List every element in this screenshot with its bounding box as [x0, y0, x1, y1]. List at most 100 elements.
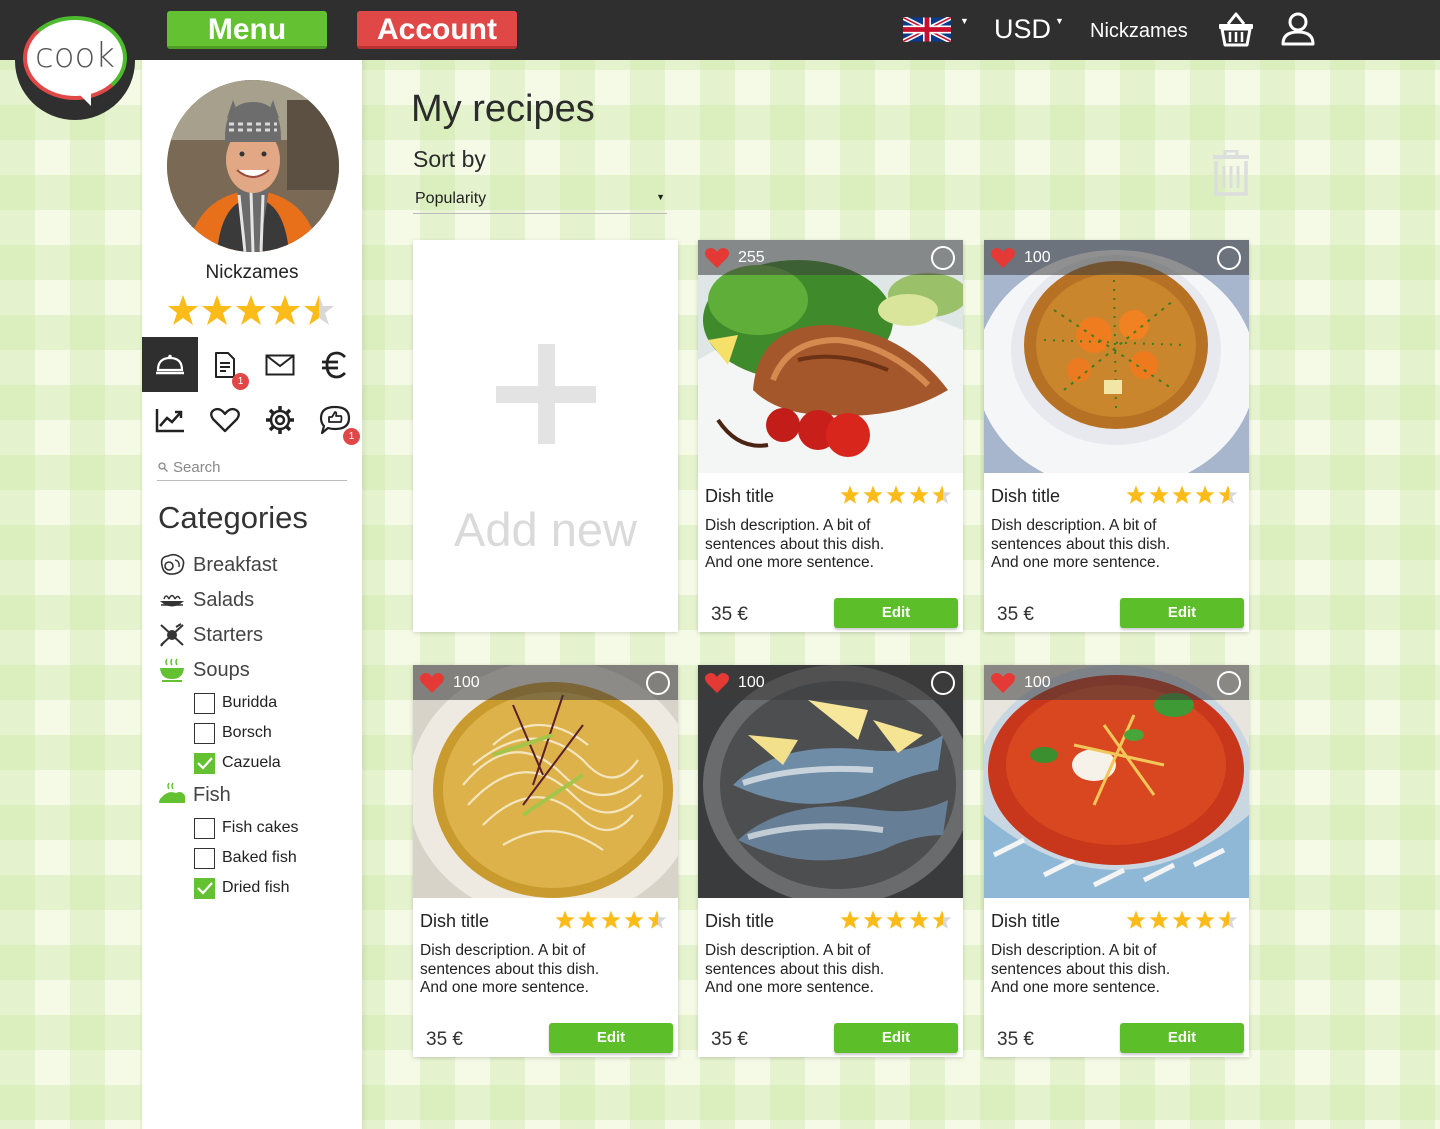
category-breakfast[interactable]: Breakfast	[158, 551, 277, 579]
add-new-label: Add new	[454, 503, 637, 556]
subcategory-borsch[interactable]: Borsch	[194, 722, 272, 744]
category-label: Salads	[193, 588, 255, 611]
top-username[interactable]: Nickzames	[1090, 20, 1188, 43]
currency-select[interactable]: USD	[994, 14, 1051, 45]
select-toggle[interactable]	[1217, 246, 1241, 270]
gear-icon	[266, 405, 294, 434]
rating-stars-icon	[1126, 910, 1238, 929]
add-new-card[interactable]: Add new	[413, 240, 678, 632]
logo-bubble-tail	[73, 88, 91, 106]
checkbox[interactable]	[194, 692, 215, 714]
nav-orders[interactable]: 1	[197, 337, 253, 392]
cook-logo[interactable]: cook	[15, 2, 135, 120]
checkbox[interactable]	[194, 722, 215, 744]
nav-finance[interactable]	[307, 337, 363, 392]
sort-value: Popularity	[415, 190, 487, 207]
subcategory-cazuela[interactable]: Cazuela	[194, 752, 281, 774]
heart-icon[interactable]	[704, 247, 730, 269]
category-label: Soups	[193, 658, 250, 681]
check-icon	[196, 757, 213, 770]
mail-icon	[265, 354, 295, 375]
recipe-card[interactable]: 100 Dish title Dish description. A bit o…	[984, 665, 1249, 1057]
user-icon[interactable]	[1280, 11, 1316, 47]
dish-description: Dish description. A bit of sentences abou…	[420, 942, 600, 996]
price: 35 €	[711, 1029, 748, 1050]
heart-icon[interactable]	[990, 672, 1016, 694]
edit-button[interactable]: Edit	[1120, 1023, 1244, 1053]
search-icon	[158, 462, 168, 472]
heart-icon[interactable]	[704, 672, 730, 694]
menu-button[interactable]: Menu	[167, 11, 327, 49]
dish-title: Dish title	[991, 486, 1061, 506]
dish-title: Dish title	[705, 486, 775, 506]
edit-button[interactable]: Edit	[1120, 598, 1244, 628]
nav-messages[interactable]	[252, 337, 308, 392]
dish-description: Dish description. A bit of sentences abou…	[991, 517, 1171, 571]
heart-icon[interactable]	[419, 672, 445, 694]
subcategory-label: Dried fish	[222, 879, 290, 896]
likes-count: 100	[1024, 674, 1051, 691]
top-bar: Menu Account ▼ USD ▼ Nickzames	[0, 0, 1440, 60]
check-icon	[196, 882, 213, 895]
dish-title: Dish title	[705, 911, 775, 931]
search-input[interactable]	[173, 456, 343, 478]
breakfast-icon	[160, 553, 185, 575]
nav-my-recipes[interactable]	[142, 337, 198, 392]
price: 35 €	[426, 1029, 463, 1050]
edit-button[interactable]: Edit	[834, 1023, 958, 1053]
subcategory-dried-fish[interactable]: Dried fish	[194, 877, 290, 899]
rating-stars-icon	[555, 910, 667, 929]
recipe-card[interactable]: 100 Dish title Dish description. A bit o…	[698, 665, 963, 1057]
edit-button[interactable]: Edit	[549, 1023, 673, 1053]
category-fish[interactable]: Fish	[158, 781, 231, 809]
chevron-down-icon: ▼	[656, 192, 665, 202]
sidebar-shadow	[362, 60, 368, 1129]
sidebar-search	[157, 456, 347, 481]
language-caret-icon[interactable]: ▼	[960, 16, 969, 26]
category-salads[interactable]: Salads	[158, 586, 254, 614]
rating-stars-icon	[168, 295, 334, 325]
recipe-card[interactable]: 100 Dish title Dish description. A bit o…	[413, 665, 678, 1057]
recipe-card[interactable]: 255 Dish title Dish description. A bit o…	[698, 240, 963, 632]
select-toggle[interactable]	[931, 671, 955, 695]
nav-settings[interactable]	[252, 392, 308, 447]
category-soups[interactable]: Soups	[158, 656, 250, 684]
trash-icon[interactable]	[1212, 150, 1250, 196]
checkbox[interactable]	[194, 847, 215, 869]
avatar-photo	[167, 80, 339, 252]
subcategory-baked-fish[interactable]: Baked fish	[194, 847, 297, 869]
nav-statistics[interactable]	[142, 392, 198, 447]
subcategory-label: Fish cakes	[222, 819, 299, 836]
checkbox[interactable]	[194, 817, 215, 839]
heart-icon[interactable]	[990, 247, 1016, 269]
price: 35 €	[711, 604, 748, 625]
category-label: Starters	[193, 623, 264, 646]
currency-caret-icon[interactable]: ▼	[1055, 16, 1064, 26]
category-label: Breakfast	[193, 553, 278, 576]
avatar[interactable]	[167, 80, 339, 252]
sort-select[interactable]: Popularity ▼	[413, 186, 667, 214]
select-toggle[interactable]	[931, 246, 955, 270]
nav-reviews[interactable]: 1	[307, 392, 363, 447]
select-toggle[interactable]	[1217, 671, 1241, 695]
edit-button[interactable]: Edit	[834, 598, 958, 628]
uk-flag-icon[interactable]	[903, 17, 951, 42]
recipe-card[interactable]: 100 Dish title Dish description. A bit o…	[984, 240, 1249, 632]
subcategory-label: Borsch	[222, 724, 272, 741]
profile-rating	[166, 292, 338, 333]
account-button[interactable]: Account	[357, 11, 517, 49]
checkbox-checked[interactable]	[194, 752, 215, 774]
nav-favorites[interactable]	[197, 392, 253, 447]
checkbox-checked[interactable]	[194, 877, 215, 899]
heart-icon	[210, 407, 240, 432]
subcategory-buridda[interactable]: Buridda	[194, 692, 277, 714]
basket-icon[interactable]	[1217, 12, 1255, 48]
starters-icon	[160, 623, 184, 647]
likes-count: 255	[738, 249, 765, 266]
subcategory-fish-cakes[interactable]: Fish cakes	[194, 817, 298, 839]
euro-icon	[322, 351, 346, 378]
select-toggle[interactable]	[646, 671, 670, 695]
category-starters[interactable]: Starters	[158, 621, 263, 649]
dish-description: Dish description. A bit of sentences abou…	[991, 942, 1171, 996]
dish-description: Dish description. A bit of sentences abou…	[705, 517, 885, 571]
